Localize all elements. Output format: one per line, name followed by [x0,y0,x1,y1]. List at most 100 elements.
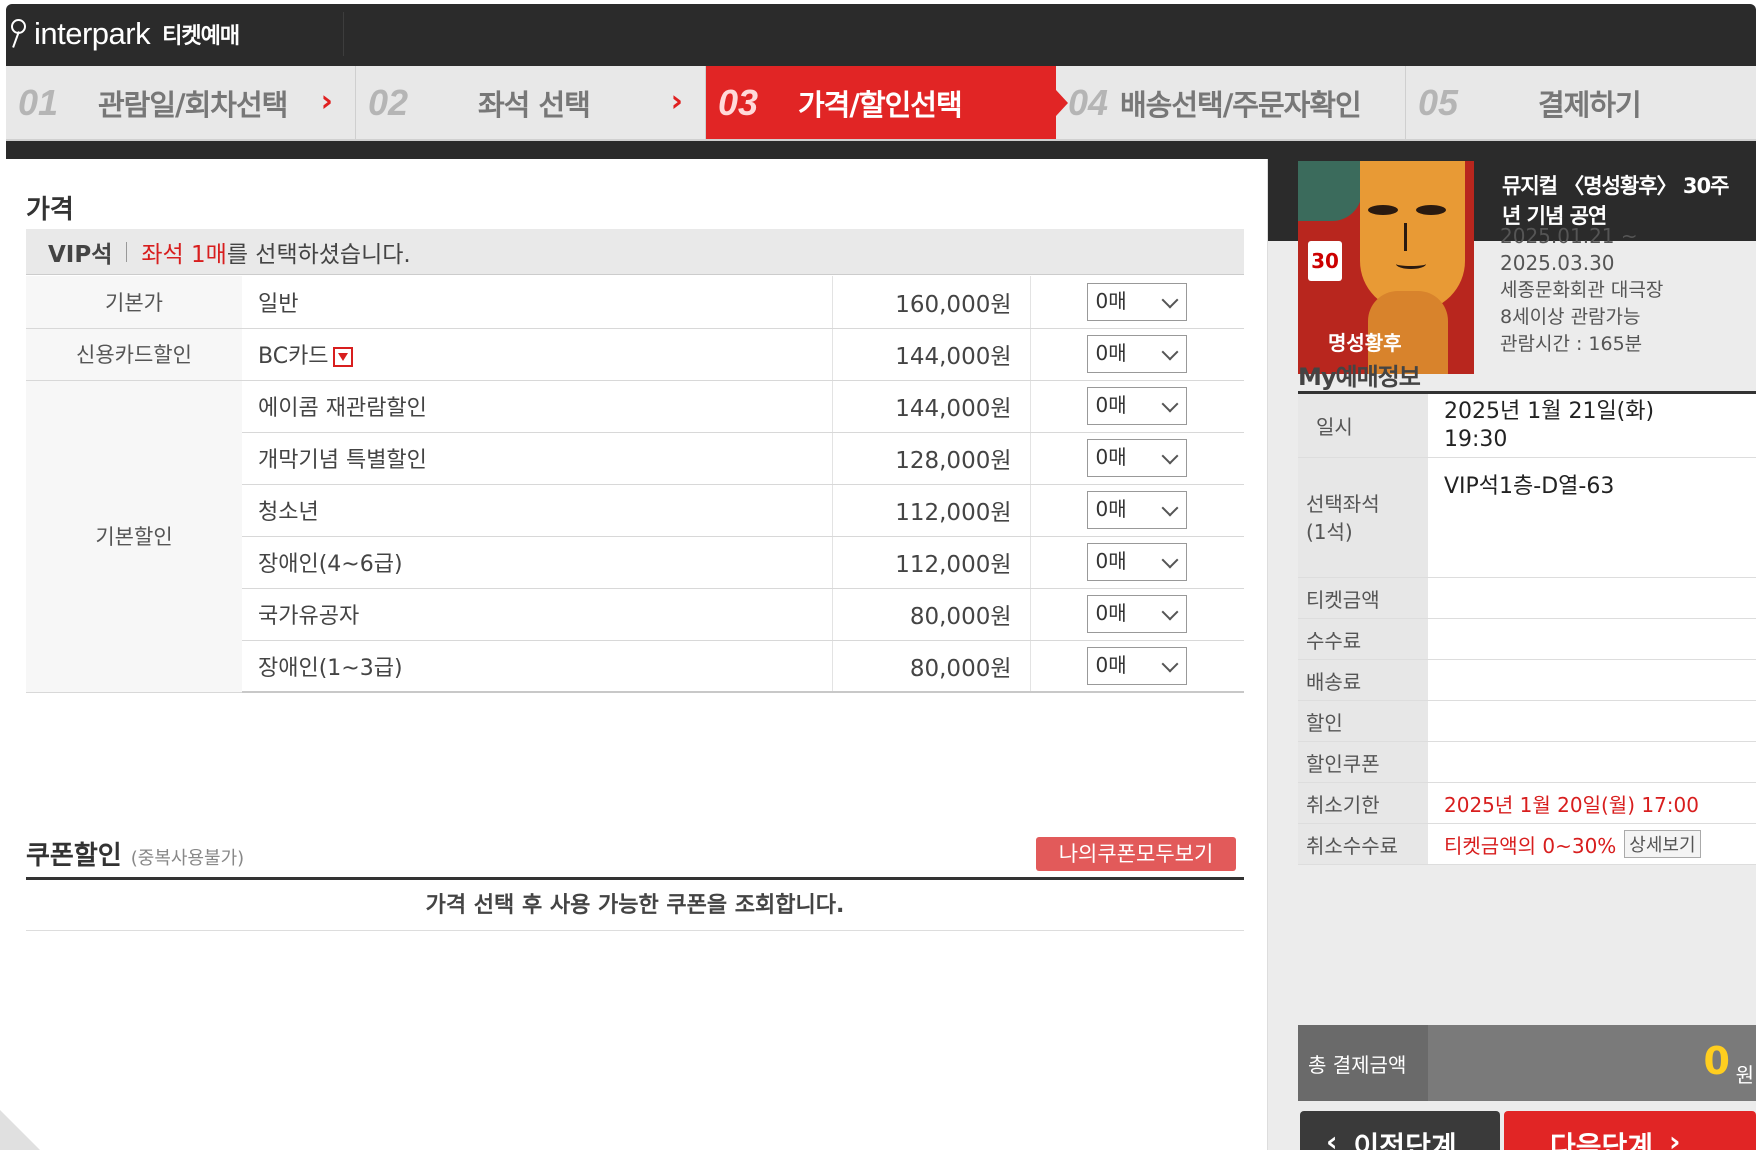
show-age: 8세이상 관람가능 [1500,306,1641,328]
quantity-value: 0매 [1095,288,1127,313]
price-amount: 144,000원 [832,328,1031,381]
step-number: 02 [368,81,409,123]
step-label: 좌석 선택 [478,87,591,122]
step-number: 05 [1418,81,1459,123]
prev-step-label: 이전단계 [1353,1130,1457,1150]
price-amount: 80,000원 [832,640,1031,693]
info-value [1428,578,1756,618]
quantity-select[interactable]: 0매 [1086,439,1187,477]
poster-eye [1416,205,1446,215]
chevron-down-icon [1161,603,1178,621]
poster-face [1360,161,1465,311]
step-arrow-icon: › [320,84,333,119]
quantity-value: 0매 [1095,652,1127,677]
chevron-left-icon: ‹ [1326,1125,1338,1150]
interpark-logo[interactable]: interpark 티켓예매 [10,12,344,56]
seat-grade: VIP석 [48,241,113,268]
chevron-right-icon: › [1669,1125,1681,1150]
info-row-discount: 할인 [1298,701,1756,742]
info-label: 취소수수료 [1298,824,1428,864]
chevron-down-icon [1161,655,1178,673]
quantity-select[interactable]: 0매 [1086,491,1187,529]
price-amount: 80,000원 [832,588,1031,641]
price-name: 일반 [242,276,833,329]
table-row: 기본가 일반 160,000원 0매 [26,276,1244,329]
my-booking-title: My예매정보 [1298,363,1421,391]
price-amount: 128,000원 [832,432,1031,485]
info-value-time: 19:30 [1444,426,1508,452]
show-runtime: 관람시간 : 165분 [1500,333,1643,355]
coupon-note: (중복사용불가) [130,848,245,869]
step-label: 가격/할인선택 [798,87,963,122]
step-number: 01 [18,81,59,123]
card-info-dropdown-icon[interactable] [332,347,353,367]
info-label: 일시 [1298,394,1428,457]
show-date-end: 2025.03.30 [1500,251,1615,275]
cancel-fee-detail-button[interactable]: 상세보기 [1624,830,1701,858]
quantity-select[interactable]: 0매 [1086,335,1187,373]
info-row-coupon: 할인쿠폰 [1298,742,1756,783]
price-name: 에이콤 재관람할인 [242,380,833,433]
chevron-down-icon [1161,499,1178,517]
info-row-delivery: 배송료 [1298,660,1756,701]
step-5: 05 결제하기 [1406,66,1756,139]
quantity-value: 0매 [1095,601,1127,625]
poster-badge: 30 [1308,241,1342,281]
quantity-value: 0매 [1095,497,1127,521]
chevron-down-icon [1161,395,1178,413]
booking-sidebar: 30 명성황후 뮤지컬 〈명성황후〉 30주년 기념 공연 2025.01.21… [1268,159,1756,1150]
price-category: 기본가 [26,276,242,329]
quantity-select[interactable]: 0매 [1086,595,1187,633]
price-amount: 160,000원 [832,276,1031,329]
quantity-value: 0매 [1095,445,1127,469]
price-amount: 112,000원 [832,536,1031,589]
price-amount: 112,000원 [832,484,1031,537]
chevron-down-icon [1161,291,1178,309]
quantity-select[interactable]: 0매 [1086,387,1187,425]
info-value [1428,701,1756,741]
info-label: 할인 [1298,701,1428,741]
prev-step-button[interactable]: ‹ 이전단계 [1300,1111,1500,1150]
next-step-button[interactable]: 다음단계 › [1504,1111,1756,1150]
divider-band [6,141,1756,159]
info-value [1428,660,1756,700]
separator [126,241,128,262]
info-value-date: 2025년 1월 21일(화) [1444,398,1655,424]
price-name: 장애인(4~6급) [242,536,833,589]
step-number: 04 [1068,81,1109,123]
price-panel: 가격 VIP석 좌석 1매 를 선택하셨습니다. 기본가 일반 160,000원… [6,159,1268,1150]
poster-mouth [1396,259,1426,269]
price-table: 기본가 일반 160,000원 0매 신용카드할인 BC카드 144,000원 … [26,276,1244,693]
step-1: 01 관람일/회차선택 › [6,66,356,139]
show-poster: 30 명성황후 [1298,161,1474,374]
step-label: 결제하기 [1538,87,1642,122]
price-name: 국가유공자 [242,588,833,641]
price-name: 장애인(1~3급) [242,640,833,693]
info-value-seat: VIP석1층-D열-63 [1428,458,1756,577]
view-my-coupons-button[interactable]: 나의쿠폰모두보기 [1036,837,1236,871]
step-3-active: 03 가격/할인선택 [706,66,1068,139]
step-bar: 01 관람일/회차선택 › 02 좌석 선택 › 03 가격/할인선택 04 배… [6,66,1756,141]
info-value: 2025년 1월 20일(월) 17:00 [1428,783,1756,823]
info-label: 취소기한 [1298,783,1428,823]
brand-sub: 티켓예매 [162,24,240,49]
quantity-select[interactable]: 0매 [1086,646,1187,685]
step-4: 04 배송선택/주문자확인 [1056,66,1406,139]
coupon-message: 가격 선택 후 사용 가능한 쿠폰을 조회합니다. [26,881,1244,931]
step-number: 03 [718,81,759,123]
total-payment: 총 결제금액 0 원 [1298,1025,1756,1101]
price-name: 청소년 [242,484,833,537]
info-value [1428,742,1756,782]
info-row-cancel-fee: 취소수수료 티켓금액의 0~30% 상세보기 [1298,824,1756,865]
info-row-fee: 수수료 [1298,619,1756,660]
chevron-down-icon [1161,551,1178,569]
total-label: 총 결제금액 [1298,1025,1428,1101]
poster-title: 명성황후 [1328,331,1402,355]
quantity-select[interactable]: 0매 [1086,543,1187,581]
step-label: 배송선택/주문자확인 [1120,87,1362,122]
info-value: 티켓금액의 0~30% [1444,833,1617,858]
quantity-select[interactable]: 0매 [1086,282,1187,321]
chevron-down-icon [1161,343,1178,361]
info-label: 선택좌석 [1306,491,1380,516]
chevron-down-icon [1161,447,1178,465]
